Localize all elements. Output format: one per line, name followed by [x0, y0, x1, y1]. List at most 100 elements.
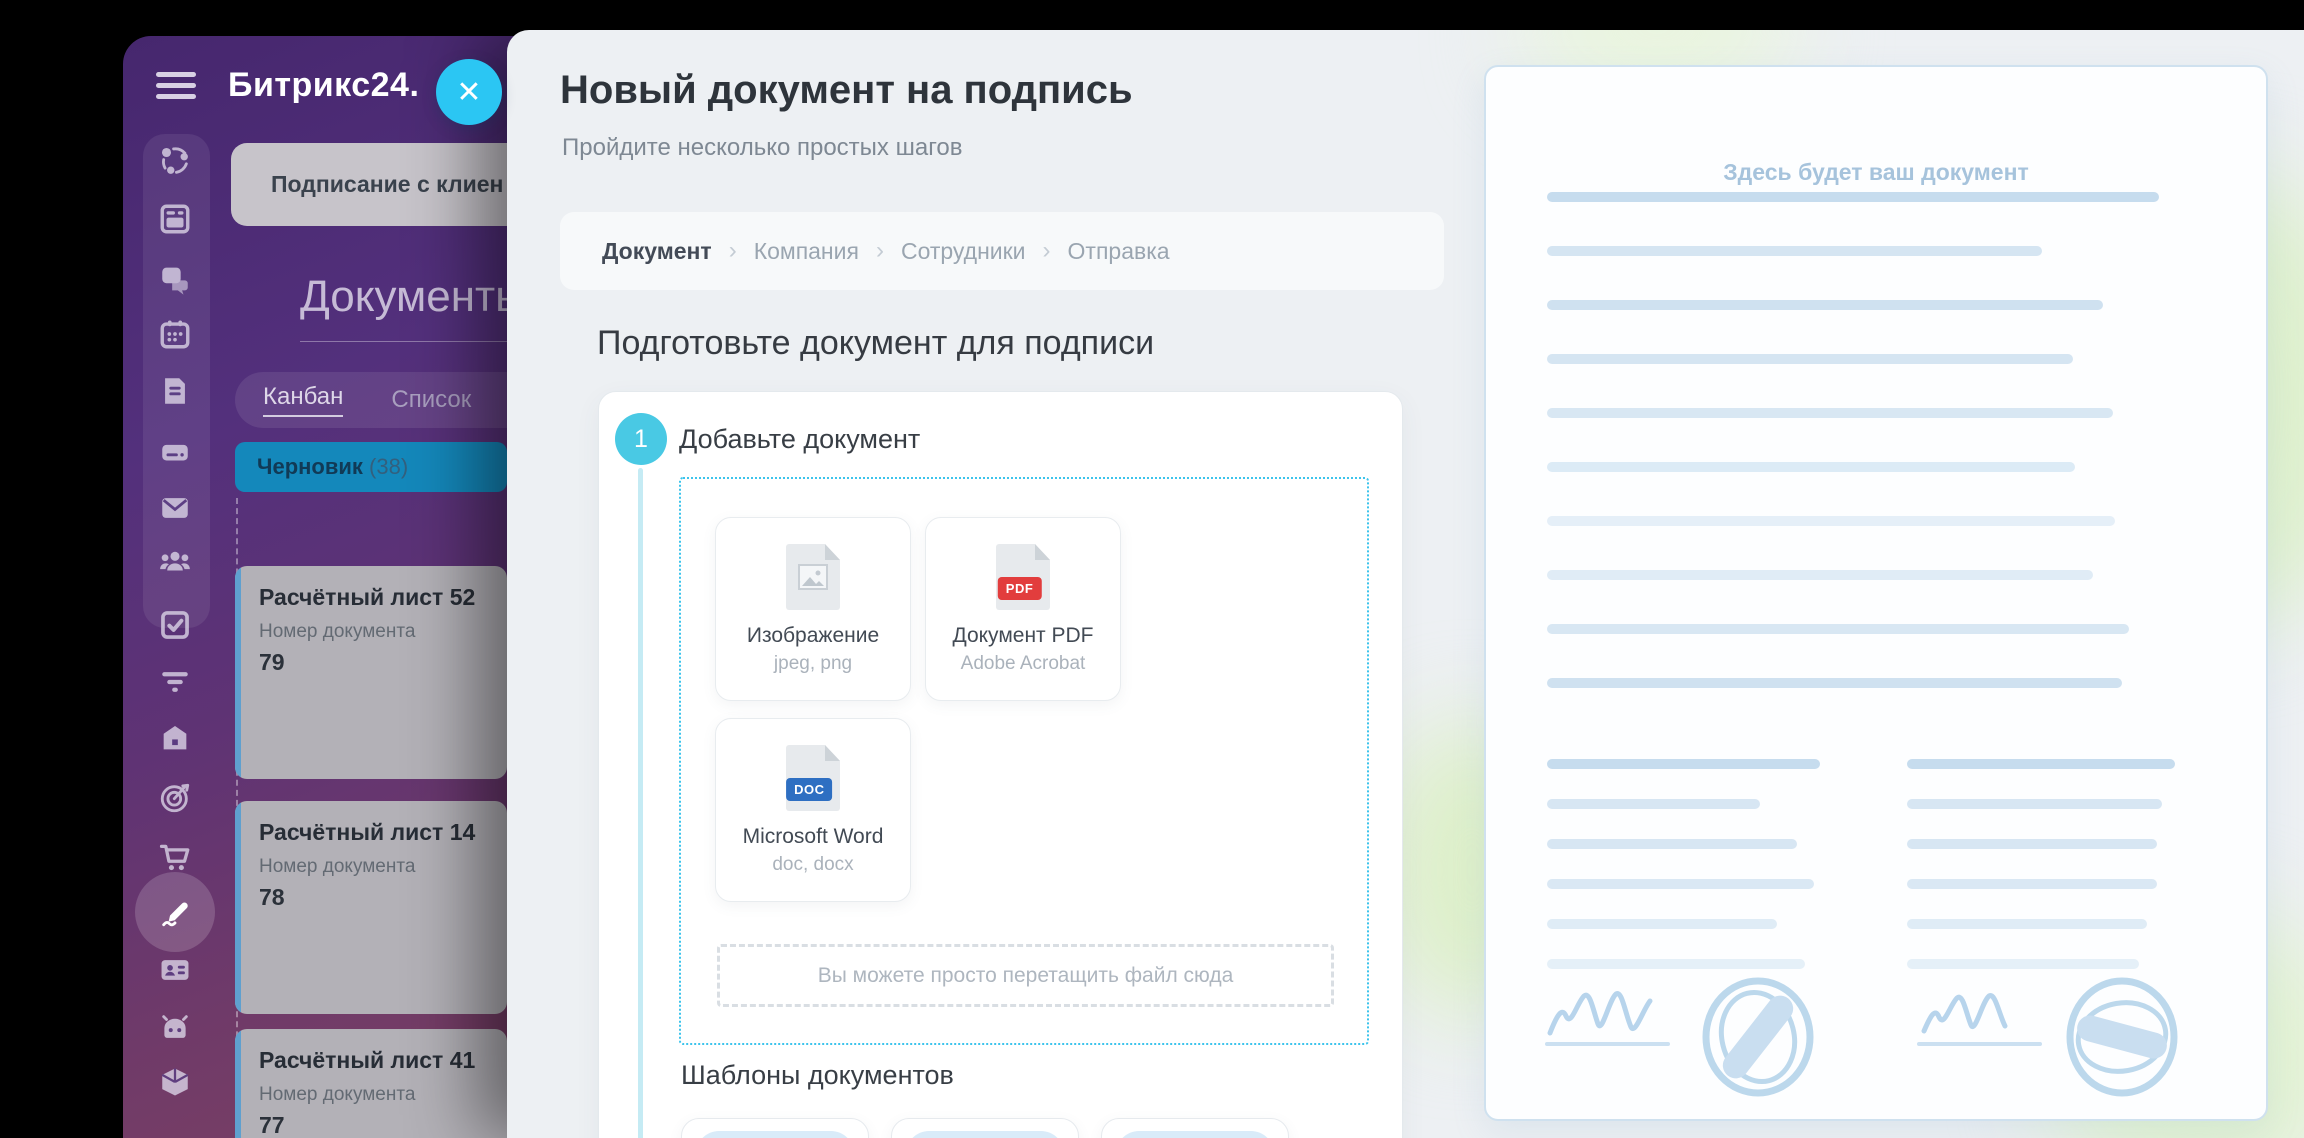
- close-icon[interactable]: ✕: [436, 59, 502, 125]
- column-title: Черновик: [257, 454, 363, 479]
- file-type-word-tile[interactable]: DOC Microsoft Word doc, docx: [715, 718, 911, 902]
- apps-cube-icon[interactable]: [158, 1065, 192, 1099]
- card-title: Расчётный лист 41: [259, 1047, 507, 1074]
- skeleton-line: [1547, 959, 1805, 969]
- skeleton-line: [1547, 354, 2073, 364]
- shop-cart-icon[interactable]: [158, 840, 192, 874]
- kanban-card[interactable]: Расчётный лист 52 Номер документа 79: [235, 566, 507, 779]
- card-title: Расчётный лист 14: [259, 819, 507, 846]
- tab-list[interactable]: Список: [391, 386, 471, 414]
- file-type-sub: doc, docx: [716, 854, 910, 876]
- chevron-right-icon: ›: [876, 237, 884, 265]
- skeleton-line: [1547, 678, 2122, 688]
- skeleton-line: [1547, 919, 1777, 929]
- kanban-card[interactable]: Расчётный лист 14 Номер документа 78: [235, 801, 507, 1014]
- skeleton-line: [1907, 879, 2157, 889]
- skeleton-line: [1547, 879, 1814, 889]
- chevron-right-icon: ›: [729, 237, 737, 265]
- file-type-pdf-tile[interactable]: PDF Документ PDF Adobe Acrobat: [925, 517, 1121, 701]
- file-type-label: Документ PDF: [926, 624, 1120, 648]
- breadcrumb-sending[interactable]: Отправка: [1068, 238, 1170, 265]
- column-count: (38): [369, 454, 408, 479]
- app-logo: Битрикс24.: [228, 66, 419, 105]
- step-number-badge: 1: [615, 413, 667, 465]
- skeleton-line: [1547, 300, 2103, 310]
- card-field-label: Номер документа: [259, 1084, 507, 1106]
- tab-kanban[interactable]: Канбан: [263, 383, 343, 417]
- menu-icon[interactable]: [156, 72, 196, 100]
- wizard-title: Новый документ на подпись: [560, 68, 1133, 113]
- sign-pen-icon[interactable]: [158, 895, 192, 929]
- templates-title: Шаблоны документов: [681, 1060, 954, 1091]
- skeleton-line: [1547, 839, 1797, 849]
- breadcrumb-company[interactable]: Компания: [754, 238, 859, 265]
- document-preview: Здесь будет ваш документ: [1484, 65, 2268, 1121]
- contact-card-icon[interactable]: [158, 953, 192, 987]
- template-placeholder[interactable]: [1101, 1118, 1289, 1138]
- breadcrumb: Документ › Компания › Сотрудники › Отпра…: [560, 212, 1444, 290]
- pdf-badge: PDF: [998, 577, 1042, 600]
- doc-badge: DOC: [786, 778, 832, 801]
- calendar-icon[interactable]: [158, 317, 192, 351]
- wizard-panel: Новый документ на подпись Пройдите неско…: [507, 30, 2304, 1138]
- groups-icon[interactable]: [158, 545, 192, 579]
- skeleton-line: [1907, 799, 2162, 809]
- file-type-sub: jpeg, png: [716, 653, 910, 675]
- skeleton-line: [1547, 462, 2075, 472]
- signature-scribble-icon: [1916, 983, 2048, 1054]
- section-title: Подготовьте документ для подписи: [597, 324, 1154, 363]
- template-placeholder[interactable]: [681, 1118, 869, 1138]
- automation-robot-icon[interactable]: [158, 1011, 192, 1045]
- breadcrumb-document[interactable]: Документ: [602, 238, 712, 265]
- network-icon[interactable]: [158, 144, 192, 178]
- skeleton-line: [1547, 759, 1820, 769]
- file-type-label: Microsoft Word: [716, 825, 910, 849]
- sites-icon[interactable]: [158, 721, 192, 755]
- file-type-label: Изображение: [716, 624, 910, 648]
- signature-scribble-icon: [1544, 983, 1676, 1054]
- skeleton-line: [1547, 408, 2113, 418]
- stamp-icon: [1699, 975, 1817, 1104]
- messenger-icon[interactable]: [158, 262, 192, 296]
- crm-funnel-icon[interactable]: [158, 665, 192, 699]
- step-title: Добавьте документ: [679, 424, 920, 455]
- skeleton-line: [1547, 246, 2042, 256]
- card-field-label: Номер документа: [259, 621, 507, 643]
- skeleton-line: [1907, 839, 2157, 849]
- feed-icon[interactable]: [158, 202, 192, 236]
- stamp-icon: [2063, 975, 2181, 1104]
- wizard-subtitle: Пройдите несколько простых шагов: [562, 134, 963, 162]
- mail-icon[interactable]: [158, 491, 192, 525]
- skeleton-line: [1907, 919, 2147, 929]
- step-card: 1 Добавьте документ Изображение jpeg, pn…: [598, 391, 1403, 1138]
- skeleton-line: [1547, 516, 2115, 526]
- word-file-icon: DOC: [786, 745, 840, 811]
- skeleton-line: [1907, 959, 2139, 969]
- kanban-card[interactable]: Расчётный лист 41 Номер документа 77: [235, 1029, 507, 1138]
- template-placeholder[interactable]: [891, 1118, 1079, 1138]
- file-dropzone[interactable]: Вы можете просто перетащить файл сюда: [717, 944, 1334, 1007]
- card-number: 78: [259, 884, 507, 911]
- pdf-file-icon: PDF: [996, 544, 1050, 610]
- skeleton-line: [1547, 624, 2129, 634]
- image-file-icon: [786, 544, 840, 610]
- screen: Битрикс24.: [0, 0, 2304, 1138]
- card-number: 79: [259, 649, 507, 676]
- kanban-column-header[interactable]: Черновик (38): [235, 442, 507, 492]
- tasks-icon[interactable]: [158, 608, 192, 642]
- card-number: 77: [259, 1112, 507, 1138]
- file-type-image-tile[interactable]: Изображение jpeg, png: [715, 517, 911, 701]
- documents-icon[interactable]: [158, 374, 192, 408]
- drive-icon[interactable]: [158, 435, 192, 469]
- skeleton-line: [1547, 192, 2159, 202]
- breadcrumb-employees[interactable]: Сотрудники: [901, 238, 1026, 265]
- step-connector: [638, 468, 643, 1138]
- card-field-label: Номер документа: [259, 856, 507, 878]
- card-title: Расчётный лист 52: [259, 584, 507, 611]
- skeleton-line: [1547, 570, 2093, 580]
- skeleton-line: [1907, 759, 2175, 769]
- preview-title: Здесь будет ваш документ: [1486, 159, 2266, 186]
- marketing-target-icon[interactable]: [158, 781, 192, 815]
- skeleton-line: [1547, 799, 1760, 809]
- chevron-right-icon: ›: [1043, 237, 1051, 265]
